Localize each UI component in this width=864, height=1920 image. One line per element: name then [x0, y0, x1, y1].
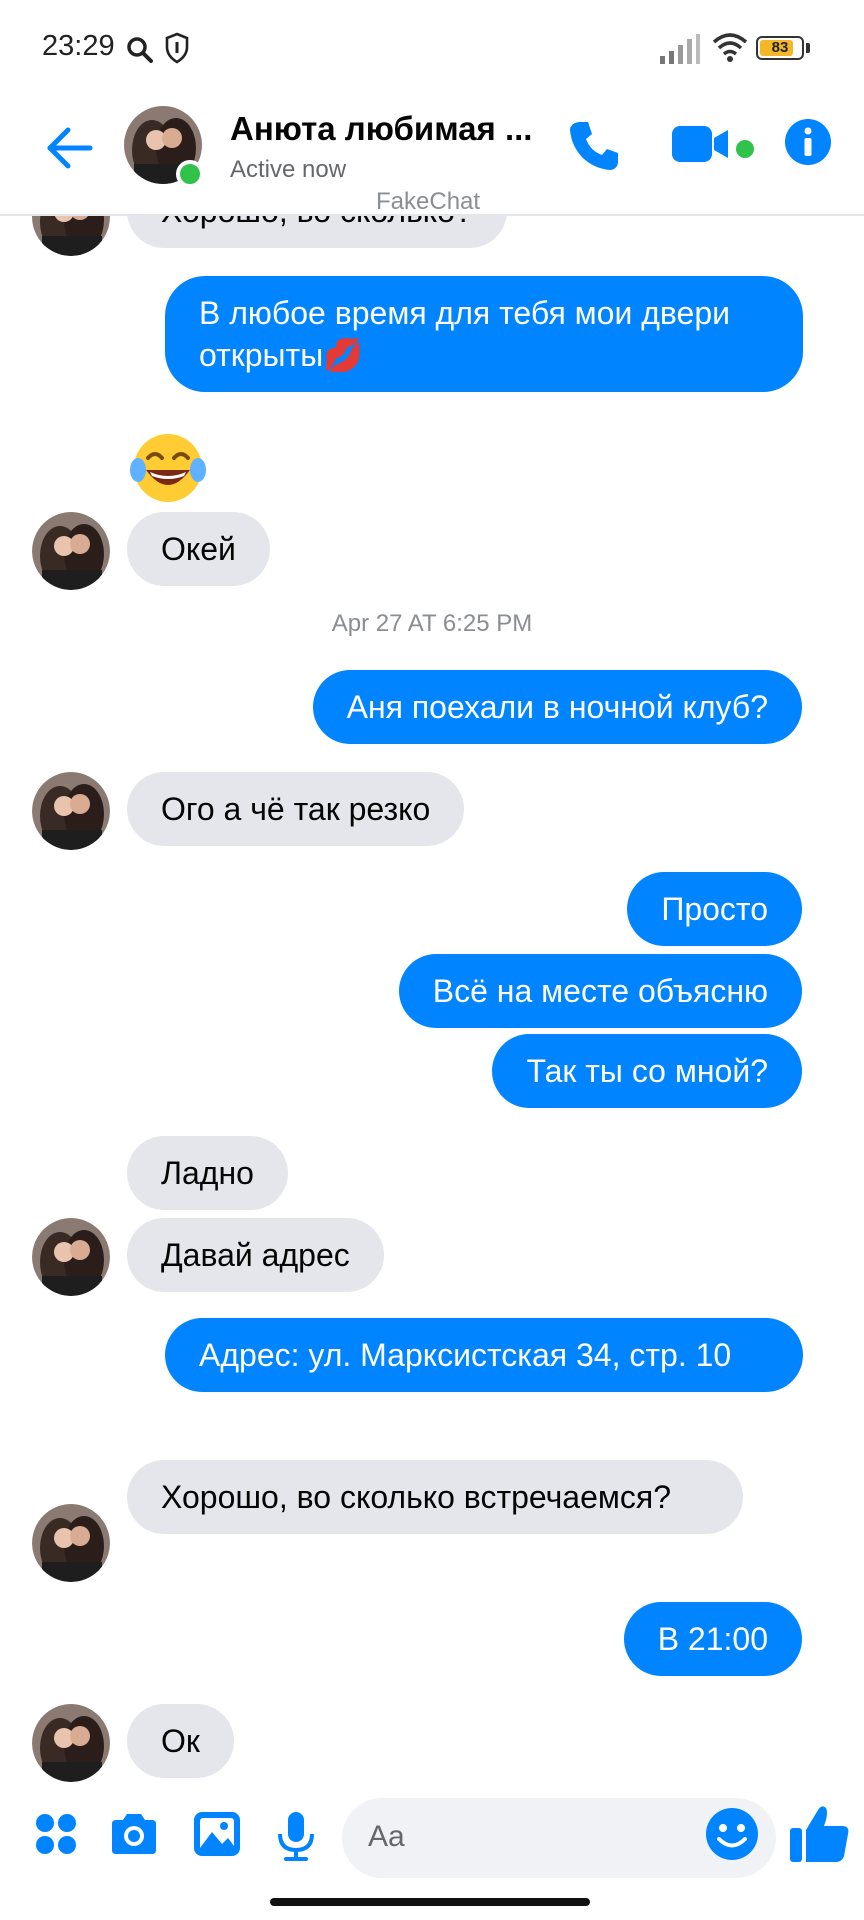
- video-call-button[interactable]: [670, 122, 734, 171]
- chat-header: Анюта любимая ... Active now FakeChat: [0, 96, 864, 216]
- contact-avatar-small: [32, 1504, 110, 1582]
- signal-icon: [660, 34, 700, 69]
- online-indicator: [176, 160, 204, 188]
- active-status: Active now: [230, 156, 347, 183]
- contact-avatar-small: [32, 1218, 110, 1296]
- message-outgoing[interactable]: Так ты со мной?: [492, 1034, 802, 1108]
- video-active-indicator: [736, 140, 754, 158]
- back-arrow-icon: [47, 127, 93, 169]
- gallery-icon[interactable]: [192, 1810, 242, 1863]
- back-button[interactable]: [40, 118, 100, 178]
- status-time: 23:29: [42, 30, 115, 62]
- contact-name[interactable]: Анюта любимая ...: [230, 110, 540, 148]
- message-incoming[interactable]: Давай адрес: [127, 1218, 384, 1292]
- watermark: FakeChat: [376, 188, 481, 215]
- wifi-icon: [712, 32, 748, 67]
- message-outgoing[interactable]: Аня поехали в ночной клуб?: [312, 670, 802, 744]
- voice-call-button[interactable]: [566, 118, 622, 179]
- message-outgoing[interactable]: Просто: [627, 872, 802, 946]
- message-incoming[interactable]: Хорошо, во сколько?: [127, 216, 507, 248]
- battery-tip: [806, 43, 810, 53]
- contact-avatar-small: [32, 772, 110, 850]
- contact-avatar-small: [32, 216, 110, 256]
- message-outgoing[interactable]: В 21:00: [623, 1602, 802, 1676]
- message-outgoing[interactable]: В любое время для тебя мои двери открыты…: [165, 276, 803, 392]
- message-incoming[interactable]: Хорошо, во сколько встречаемся?: [127, 1460, 743, 1534]
- message-outgoing[interactable]: Всё на месте объясню: [398, 954, 802, 1028]
- message-incoming[interactable]: Ого а чё так резко: [127, 772, 465, 846]
- contact-avatar-small: [32, 512, 110, 590]
- message-incoming[interactable]: Окей: [127, 512, 270, 586]
- message-input-placeholder: Aa: [368, 1820, 405, 1853]
- emoji-icon[interactable]: [704, 1806, 760, 1867]
- info-icon: [785, 119, 831, 165]
- phone-icon: [570, 122, 618, 170]
- info-button[interactable]: [784, 118, 832, 171]
- tears-of-joy-emoji[interactable]: [128, 428, 208, 513]
- message-outgoing[interactable]: Адрес: ул. Марксистская 34, стр. 10: [165, 1318, 803, 1392]
- thumbs-up-icon[interactable]: [788, 1802, 852, 1871]
- camera-icon[interactable]: [108, 1810, 160, 1863]
- battery-icon: 83: [756, 36, 804, 60]
- battery-level-text: 83: [771, 39, 789, 56]
- video-camera-icon: [672, 126, 728, 162]
- status-bar: 23:29 83: [0, 0, 864, 96]
- microphone-icon[interactable]: [274, 1810, 318, 1867]
- message-incoming[interactable]: Ок: [127, 1704, 234, 1778]
- apps-icon[interactable]: [34, 1810, 78, 1863]
- message-timestamp: Apr 27 AT 6:25 PM: [331, 610, 533, 637]
- home-indicator[interactable]: [270, 1898, 590, 1906]
- shield-icon: [164, 32, 190, 69]
- message-incoming[interactable]: Ладно: [127, 1136, 288, 1210]
- search-icon: [126, 36, 154, 69]
- message-list[interactable]: Хорошо, во сколько? В любое время для те…: [0, 216, 864, 1790]
- composer-bar: Aa: [0, 1790, 864, 1886]
- contact-avatar-small: [32, 1704, 110, 1782]
